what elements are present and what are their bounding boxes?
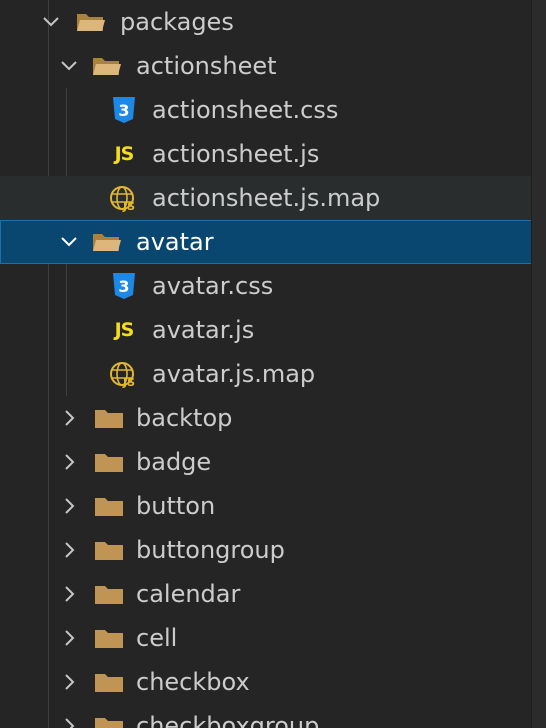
tree-item-label: cell xyxy=(136,624,178,652)
svg-text:3: 3 xyxy=(118,101,129,120)
tree-item-label: actionsheet.js.map xyxy=(152,184,381,212)
tree-item-label: badge xyxy=(136,448,212,476)
tree-folder-checkboxgroup[interactable]: checkboxgroup xyxy=(0,704,532,728)
tree-folder-calendar[interactable]: calendar xyxy=(0,572,532,616)
tree-item-label: avatar.js.map xyxy=(152,360,316,388)
tree-item-label: avatar xyxy=(136,228,214,256)
tree-item-label: button xyxy=(136,492,216,520)
tree-folder-buttongroup[interactable]: buttongroup xyxy=(0,528,532,572)
folder-open-icon xyxy=(93,58,121,75)
js-file-icon: JS xyxy=(114,143,135,165)
chevron-right-icon[interactable] xyxy=(58,715,80,728)
chevron-right-icon[interactable] xyxy=(58,451,80,473)
tree-item-label: checkbox xyxy=(136,668,250,696)
tree-item-label: calendar xyxy=(136,580,241,608)
tree-file-actionsheet-css[interactable]: 3 actionsheet.css xyxy=(0,88,532,132)
folder-icon xyxy=(95,542,123,560)
tree-folder-avatar[interactable]: avatar xyxy=(0,220,532,264)
tree-item-label: checkboxgroup xyxy=(136,712,320,728)
tree-file-avatar-js-map[interactable]: JS avatar.js.map xyxy=(0,352,532,396)
file-explorer-tree: packages actionsheet 3 actionsheet.css J… xyxy=(0,0,546,728)
tree-file-actionsheet-js-map[interactable]: JS actionsheet.js.map xyxy=(0,176,532,220)
chevron-right-icon[interactable] xyxy=(58,627,80,649)
chevron-right-icon[interactable] xyxy=(58,671,80,693)
tree-folder-actionsheet[interactable]: actionsheet xyxy=(0,44,532,88)
folder-icon xyxy=(95,410,123,428)
chevron-down-icon[interactable] xyxy=(58,55,80,77)
tree-item-label: actionsheet xyxy=(136,52,277,80)
folder-icon xyxy=(95,586,123,604)
tree-folder-button[interactable]: button xyxy=(0,484,532,528)
tree-file-avatar-css[interactable]: 3 avatar.css xyxy=(0,264,532,308)
folder-icon xyxy=(95,674,123,692)
chevron-down-icon[interactable] xyxy=(40,11,62,33)
chevron-right-icon[interactable] xyxy=(58,407,80,429)
css-file-icon: 3 xyxy=(113,273,135,299)
tree-folder-backtop[interactable]: backtop xyxy=(0,396,532,440)
tree-file-actionsheet-js[interactable]: JS actionsheet.js xyxy=(0,132,532,176)
chevron-right-icon[interactable] xyxy=(58,495,80,517)
chevron-right-icon[interactable] xyxy=(58,539,80,561)
svg-text:3: 3 xyxy=(118,277,129,296)
tree-folder-packages[interactable]: packages xyxy=(0,0,532,44)
tree-folder-cell[interactable]: cell xyxy=(0,616,532,660)
tree-item-label: actionsheet.js xyxy=(152,140,320,168)
tree-item-label: avatar.js xyxy=(152,316,255,344)
folder-open-icon xyxy=(77,14,105,31)
tree-folder-checkbox[interactable]: checkbox xyxy=(0,660,532,704)
chevron-down-icon[interactable] xyxy=(58,231,80,253)
folder-open-icon xyxy=(93,234,121,251)
tree-item-label: backtop xyxy=(136,404,233,432)
tree-item-label: actionsheet.css xyxy=(152,96,339,124)
folder-icon xyxy=(95,630,123,648)
tree-item-label: avatar.css xyxy=(152,272,274,300)
vertical-scrollbar[interactable] xyxy=(531,0,546,728)
folder-icon xyxy=(95,718,123,728)
tree-folder-badge[interactable]: badge xyxy=(0,440,532,484)
map-file-icon: JS xyxy=(110,186,135,212)
tree-item-label: buttongroup xyxy=(136,536,285,564)
map-file-icon: JS xyxy=(110,362,135,388)
js-file-icon: JS xyxy=(114,319,135,341)
tree-file-avatar-js[interactable]: JS avatar.js xyxy=(0,308,532,352)
svg-text:JS: JS xyxy=(122,376,135,388)
svg-text:JS: JS xyxy=(122,200,135,212)
folder-icon xyxy=(95,498,123,516)
tree-item-label: packages xyxy=(120,8,234,36)
folder-icon xyxy=(95,454,123,472)
css-file-icon: 3 xyxy=(113,97,135,123)
chevron-right-icon[interactable] xyxy=(58,583,80,605)
